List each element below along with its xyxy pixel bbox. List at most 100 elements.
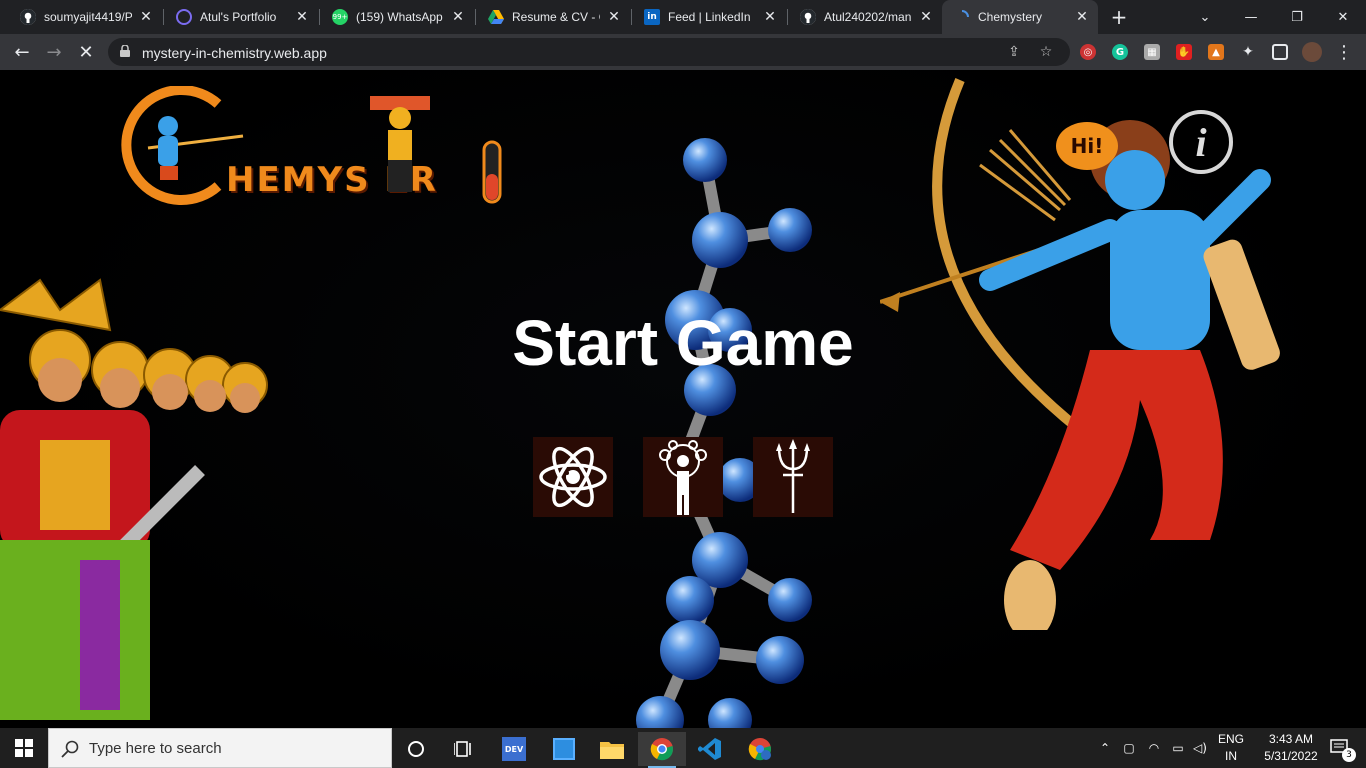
show-hidden-icons-button[interactable]: ⌃ (1096, 728, 1114, 768)
close-icon[interactable]: ✕ (450, 9, 466, 25)
task-view-icon (454, 741, 471, 757)
window-close-button[interactable]: ✕ (1320, 0, 1366, 34)
search-placeholder: Type here to search (89, 740, 222, 757)
bookmark-star-icon[interactable]: ☆ (1038, 44, 1054, 60)
battery-icon[interactable]: ▭ (1168, 728, 1188, 768)
tab-title: Chemystery (978, 10, 1043, 24)
atom-mode-button[interactable] (533, 437, 613, 517)
folder-icon (600, 742, 624, 759)
system-clock[interactable]: 3:43 AM 5/31/2022 (1256, 731, 1326, 765)
tab-whatsapp[interactable]: 99+ (159) WhatsApp ✕ (320, 0, 474, 34)
close-icon[interactable]: ✕ (918, 9, 934, 25)
tab-github-man[interactable]: Atul240202/man ✕ (788, 0, 942, 34)
tab-strip: soumyajit4419/Po ✕ Atul's Portfolio ✕ 99… (0, 0, 1366, 34)
taskbar-search-input[interactable]: Type here to search (48, 728, 392, 768)
close-icon[interactable]: ✕ (762, 9, 778, 25)
scientist-mode-button[interactable] (643, 437, 723, 517)
start-button[interactable] (0, 728, 48, 768)
language-indicator[interactable]: ENG IN (1216, 731, 1246, 765)
adblock-icon[interactable]: ✋ (1176, 44, 1192, 60)
tab-title: soumyajit4419/Po (44, 10, 132, 24)
close-icon[interactable]: ✕ (1074, 9, 1090, 25)
grammarly-icon[interactable]: G (1112, 44, 1128, 60)
windows-taskbar: Type here to search DEV ⌃ ▢ ◠ ▭ ◁) ENG I… (0, 728, 1366, 768)
chrome-profile-icon (748, 738, 771, 761)
google-drive-icon (488, 9, 504, 25)
taskbar-devhome[interactable]: DEV (490, 732, 538, 766)
region-code: IN (1225, 749, 1237, 763)
info-button[interactable]: i (1169, 110, 1233, 174)
portfolio-icon (176, 9, 192, 25)
side-panel-icon[interactable] (1272, 44, 1288, 60)
taskbar-store[interactable] (540, 732, 588, 766)
trident-mode-button[interactable] (753, 437, 833, 517)
clock-date: 5/31/2022 (1264, 749, 1318, 763)
tab-portfolio[interactable]: Atul's Portfolio ✕ (164, 0, 318, 34)
profile-avatar[interactable] (1302, 42, 1322, 62)
tab-title: Feed | LinkedIn (668, 10, 751, 24)
speech-bubble-text: Hi! (1070, 134, 1104, 158)
taskbar-vscode[interactable] (686, 732, 734, 766)
tab-linkedin[interactable]: in Feed | LinkedIn ✕ (632, 0, 786, 34)
linkedin-icon: in (644, 9, 660, 25)
restore-button[interactable]: ❐ (1274, 0, 1320, 34)
url-text: mystery-in-chemistry.web.app (142, 45, 327, 61)
game-page: HEMYS ER Hi! i Start Game (0, 70, 1366, 728)
github-icon (800, 9, 816, 25)
extensions-puzzle-icon[interactable]: ✦ (1240, 44, 1256, 60)
meet-now-icon[interactable]: ▢ (1120, 728, 1138, 768)
tab-title: Atul's Portfolio (200, 10, 277, 24)
lock-icon (120, 45, 130, 57)
tab-title: Resume & CV - G (512, 10, 600, 24)
windows-logo-icon (15, 739, 33, 757)
speech-bubble: Hi! (1056, 122, 1118, 170)
language-code: ENG (1217, 732, 1244, 746)
address-bar[interactable]: mystery-in-chemistry.web.app ⇪ ☆ (108, 38, 1070, 66)
chrome-menu-icon[interactable]: ⋮ (1330, 38, 1358, 66)
molecule-illustration (636, 138, 812, 728)
close-icon[interactable]: ✕ (138, 9, 154, 25)
share-icon[interactable]: ⇪ (1006, 44, 1022, 60)
tab-chemystery[interactable]: Chemystery ✕ (942, 0, 1098, 34)
browser-toolbar: ← → ✕ mystery-in-chemistry.web.app ⇪ ☆ ◎… (0, 34, 1366, 70)
close-icon[interactable]: ✕ (606, 9, 622, 25)
close-icon[interactable]: ✕ (294, 9, 310, 25)
forward-button[interactable]: → (40, 38, 68, 66)
back-button[interactable]: ← (8, 38, 36, 66)
cortana-button[interactable] (392, 732, 440, 766)
taskbar-file-explorer[interactable] (588, 732, 636, 766)
search-icon (61, 740, 79, 758)
volume-icon[interactable]: ◁) (1190, 728, 1210, 768)
tab-github-po[interactable]: soumyajit4419/Po ✕ (8, 0, 162, 34)
start-game-button[interactable]: Start Game (0, 306, 1366, 380)
atom-icon (539, 446, 607, 508)
notification-center-button[interactable]: 3 (1322, 728, 1358, 768)
minimize-button[interactable]: — (1228, 0, 1274, 34)
store-icon (553, 738, 575, 760)
dev-icon: DEV (502, 737, 526, 761)
new-tab-button[interactable]: + (1106, 4, 1132, 30)
test-tube-icon (482, 140, 502, 204)
taskbar-chrome[interactable] (638, 732, 686, 768)
chemystery-logo: HEMYS ER (108, 86, 518, 206)
vscode-icon (698, 738, 721, 760)
demon-figure-icon (370, 96, 430, 192)
metamask-icon[interactable]: ▲ (1208, 44, 1224, 60)
github-icon (20, 9, 36, 25)
extension-shield-icon[interactable]: ◎ (1080, 44, 1096, 60)
tab-title: (159) WhatsApp (356, 10, 443, 24)
scientist-icon (659, 440, 707, 515)
tab-title: Atul240202/man (824, 10, 912, 24)
extension-puzzle-tile-icon[interactable]: ▦ (1144, 44, 1160, 60)
chrome-icon (650, 738, 673, 761)
taskbar-chrome-profile[interactable] (736, 732, 784, 766)
tab-google-drive[interactable]: Resume & CV - G ✕ (476, 0, 630, 34)
tab-search-button[interactable]: ⌄ (1182, 0, 1228, 34)
clock-time: 3:43 AM (1268, 732, 1314, 746)
task-view-button[interactable] (440, 732, 488, 766)
cortana-icon (408, 741, 424, 757)
stop-loading-button[interactable]: ✕ (72, 38, 100, 66)
wifi-icon[interactable]: ◠ (1144, 728, 1164, 768)
whatsapp-icon: 99+ (332, 9, 348, 25)
info-icon: i (1195, 119, 1207, 165)
